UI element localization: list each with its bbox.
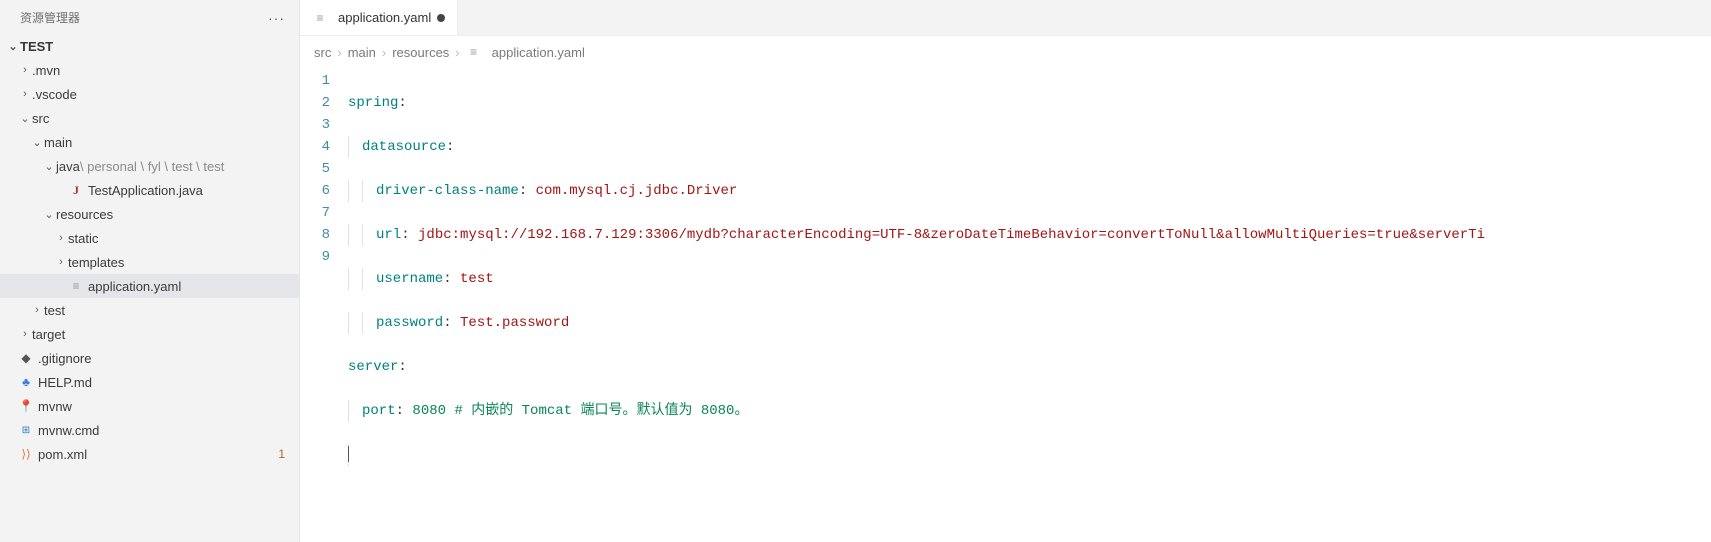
crumb-resources[interactable]: resources <box>392 45 449 60</box>
code-editor[interactable]: 123 456 789 spring: datasource: driver-c… <box>300 68 1711 520</box>
tab-label: application.yaml <box>338 10 431 25</box>
file-gitignore[interactable]: ◆ .gitignore <box>0 346 299 370</box>
markdown-icon: ♣ <box>18 374 34 390</box>
chevron-down-icon: ⌄ <box>42 208 56 221</box>
folder-templates[interactable]: › templates <box>0 250 299 274</box>
yaml-icon: ≡ <box>68 278 84 294</box>
folder-vscode[interactable]: › .vscode <box>0 82 299 106</box>
modified-dot-icon[interactable] <box>437 14 445 22</box>
file-pom-xml[interactable]: ⟩⟩ pom.xml 1 <box>0 442 299 466</box>
git-icon: ◆ <box>18 350 34 366</box>
file-application-yaml[interactable]: ≡ application.yaml <box>0 274 299 298</box>
tab-application-yaml[interactable]: ≡ application.yaml <box>300 0 458 35</box>
file-testapplication-java[interactable]: J TestApplication.java <box>0 178 299 202</box>
tab-bar: ≡ application.yaml <box>300 0 1711 36</box>
line-gutter: 123 456 789 <box>300 70 348 510</box>
folder-static[interactable]: › static <box>0 226 299 250</box>
chevron-down-icon: ⌄ <box>18 112 32 125</box>
pin-icon: 📍 <box>18 398 34 414</box>
folder-target[interactable]: › target <box>0 322 299 346</box>
chevron-right-icon: › <box>18 88 32 100</box>
explorer-title: 资源管理器 <box>20 9 80 26</box>
file-help-md[interactable]: ♣ HELP.md <box>0 370 299 394</box>
folder-test[interactable]: › test <box>0 298 299 322</box>
explorer-sidebar: 资源管理器 ··· ⌄ TEST › .mvn › .vscode ⌄ src … <box>0 0 300 542</box>
editor-area: ≡ application.yaml src › main › resource… <box>300 0 1711 542</box>
crumb-file[interactable]: application.yaml <box>492 45 585 60</box>
folder-java-path[interactable]: ⌄ java \ personal \ fyl \ test \ test <box>0 154 299 178</box>
chevron-right-icon: › <box>337 45 341 60</box>
folder-src[interactable]: ⌄ src <box>0 106 299 130</box>
more-icon[interactable]: ··· <box>268 10 285 26</box>
project-root[interactable]: ⌄ TEST <box>0 34 299 58</box>
chevron-right-icon: › <box>54 256 68 268</box>
chevron-right-icon: › <box>18 64 32 76</box>
yaml-icon: ≡ <box>312 10 328 26</box>
code-content[interactable]: spring: datasource: driver-class-name: c… <box>348 70 1711 510</box>
crumb-src[interactable]: src <box>314 45 331 60</box>
chevron-down-icon: ⌄ <box>30 136 44 149</box>
file-mvnw-cmd[interactable]: ⊞ mvnw.cmd <box>0 418 299 442</box>
chevron-right-icon: › <box>382 45 386 60</box>
folder-mvn[interactable]: › .mvn <box>0 58 299 82</box>
yaml-icon: ≡ <box>466 44 482 60</box>
file-mvnw[interactable]: 📍 mvnw <box>0 394 299 418</box>
chevron-down-icon: ⌄ <box>42 160 56 173</box>
crumb-main[interactable]: main <box>348 45 376 60</box>
java-icon: J <box>68 182 84 198</box>
chevron-right-icon: › <box>30 304 44 316</box>
chevron-down-icon: ⌄ <box>6 40 20 53</box>
windows-icon: ⊞ <box>18 422 34 438</box>
project-name: TEST <box>20 39 53 54</box>
folder-resources[interactable]: ⌄ resources <box>0 202 299 226</box>
explorer-header: 资源管理器 ··· <box>0 0 299 34</box>
modified-badge: 1 <box>278 447 289 461</box>
breadcrumb[interactable]: src › main › resources › ≡ application.y… <box>300 36 1711 68</box>
chevron-right-icon: › <box>18 328 32 340</box>
chevron-right-icon: › <box>54 232 68 244</box>
folder-main[interactable]: ⌄ main <box>0 130 299 154</box>
chevron-right-icon: › <box>455 45 459 60</box>
file-tree: ⌄ TEST › .mvn › .vscode ⌄ src ⌄ main ⌄ j… <box>0 34 299 542</box>
xml-icon: ⟩⟩ <box>18 446 34 462</box>
